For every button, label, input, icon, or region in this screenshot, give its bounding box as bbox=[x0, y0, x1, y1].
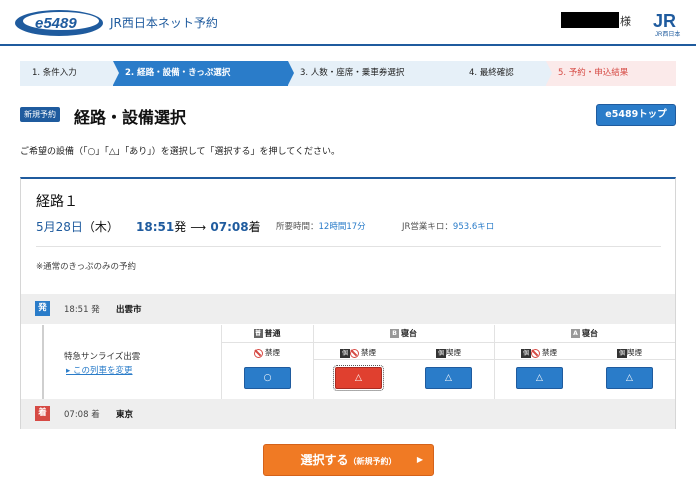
departure-row: 発 18:51 発 出雲市 bbox=[21, 294, 675, 324]
dep-suffix: 発 bbox=[174, 220, 187, 234]
sub-head-normal-nonsmoking: 禁煙 bbox=[221, 347, 313, 358]
step-arrow bbox=[288, 61, 294, 85]
user-honorific: 様 bbox=[620, 15, 631, 28]
brand-title: JR西日本ネット予約 bbox=[110, 16, 218, 30]
category-a-sleeper: A 寝台 bbox=[494, 328, 675, 339]
private-room-icon: 個 bbox=[521, 348, 531, 358]
arrow-right-icon: ⟶ bbox=[190, 221, 207, 234]
jr-west-logo: JR JR西日本 bbox=[653, 11, 680, 38]
step-2-current: 2. 経路・設備・きっぷ選択 bbox=[113, 61, 294, 86]
user-name-redacted bbox=[561, 12, 619, 28]
sub-label: 禁煙 bbox=[265, 348, 280, 357]
new-reservation-badge: 新規予約 bbox=[20, 107, 60, 122]
route-times: 18:51発 ⟶ 07:08着 bbox=[136, 218, 261, 235]
step-arrow bbox=[546, 61, 552, 85]
route-date: 5月28日（木） bbox=[36, 218, 119, 235]
select-sub-label: （新規予約） bbox=[348, 457, 397, 466]
operating-km: JR営業キロ：953.6キロ bbox=[402, 220, 494, 232]
divider bbox=[36, 246, 661, 247]
departure-station: 出雲市 bbox=[116, 305, 142, 315]
private-room-icon: 個 bbox=[617, 348, 627, 358]
train-name: 特急サンライズ出雲 bbox=[64, 352, 141, 362]
departure-badge: 発 bbox=[35, 301, 50, 316]
dep-time: 18:51 bbox=[136, 220, 175, 234]
arrival-row: 着 07:08 着 東京 bbox=[21, 399, 675, 429]
facility-option-b-smoking[interactable]: △ bbox=[425, 367, 472, 389]
step-label: 1. 条件入力 bbox=[32, 68, 77, 78]
instructions: ご希望の設備（「○」「△」「あり」）を選択して「選択する」を押してください。 bbox=[20, 147, 340, 157]
step-label: 3. 人数・座席・乗車券選択 bbox=[300, 68, 405, 78]
ticket-note: ※通常のきっぷのみの予約 bbox=[36, 262, 137, 272]
jr-logo-text: JR bbox=[653, 11, 676, 31]
category-b-sleeper: B 寝台 bbox=[313, 328, 494, 339]
step-arrow bbox=[457, 61, 463, 85]
facility-option-a-nonsmoking[interactable]: △ bbox=[516, 367, 563, 389]
facility-option-normal[interactable]: ○ bbox=[244, 367, 291, 389]
jr-logo-sub: JR西日本 bbox=[655, 30, 680, 38]
category-normal: 普普通 bbox=[221, 328, 313, 339]
arrival-time: 07:08 着 bbox=[64, 410, 100, 420]
train-row: 特急サンライズ出雲 ▸ この列車を変更 普普通 B 寝台 A 寝台 禁煙 個 禁… bbox=[21, 325, 675, 399]
no-smoking-icon bbox=[254, 348, 263, 358]
category-label: 寝台 bbox=[582, 329, 598, 338]
e5489-top-button[interactable]: e5489トップ bbox=[596, 104, 676, 126]
sub-head-b-nonsmoking: 個 禁煙 bbox=[313, 347, 403, 358]
duration-label: 所要時間： bbox=[276, 222, 319, 232]
facility-option-b-nonsmoking[interactable]: △ bbox=[333, 365, 384, 391]
page-title: 経路・設備選択 bbox=[74, 108, 187, 127]
change-train-link[interactable]: ▸ この列車を変更 bbox=[66, 364, 132, 376]
no-smoking-icon bbox=[531, 348, 540, 358]
facility-grid: 普普通 B 寝台 A 寝台 禁煙 個禁煙 個喫煙 個禁煙 個喫煙 ○ △ △ △… bbox=[221, 325, 675, 399]
e5489-logo[interactable]: e5489 bbox=[13, 8, 105, 38]
step-1: 1. 条件入力 bbox=[20, 61, 119, 86]
select-label: 選択する bbox=[300, 453, 349, 467]
sub-head-b-smoking: 個喫煙 bbox=[403, 347, 494, 358]
category-label: 普通 bbox=[264, 329, 281, 338]
departure-time: 18:51 発 bbox=[64, 305, 100, 315]
route-title: 経路１ bbox=[36, 194, 78, 210]
sub-head-a-nonsmoking: 個 禁煙 bbox=[494, 347, 584, 358]
sub-label: 喫煙 bbox=[446, 348, 461, 357]
duration: 所要時間：12時間17分 bbox=[276, 220, 366, 232]
step-4: 4. 最終確認 bbox=[457, 61, 552, 86]
b-sleeper-icon: B bbox=[390, 329, 399, 338]
sub-label: 禁煙 bbox=[542, 348, 557, 357]
step-label: 5. 予約・申込結果 bbox=[558, 68, 629, 78]
arrival-badge: 着 bbox=[35, 406, 50, 421]
logo-text: e5489 bbox=[35, 15, 77, 32]
route-card: 経路１ 5月28日（木） 18:51発 ⟶ 07:08着 所要時間：12時間17… bbox=[20, 177, 676, 429]
normal-seat-icon: 普 bbox=[253, 329, 263, 338]
sub-label: 喫煙 bbox=[627, 348, 642, 357]
select-button[interactable]: 選択する（新規予約） ▶ bbox=[263, 444, 434, 476]
grid-row-line bbox=[313, 359, 675, 360]
site-header: e5489 JR西日本ネット予約 様 JR JR西日本 bbox=[0, 0, 696, 46]
arr-suffix: 着 bbox=[248, 220, 261, 234]
sub-label: 禁煙 bbox=[361, 348, 376, 357]
facility-option-a-smoking[interactable]: △ bbox=[606, 367, 653, 389]
date-weekday: （木） bbox=[82, 220, 119, 234]
duration-value: 12時間17分 bbox=[318, 222, 366, 232]
a-sleeper-icon: A bbox=[571, 329, 580, 338]
progress-steps: 1. 条件入力 2. 経路・設備・きっぷ選択 3. 人数・座席・乗車券選択 4.… bbox=[20, 61, 676, 86]
arr-time: 07:08 bbox=[210, 220, 249, 234]
arrival-station: 東京 bbox=[116, 410, 134, 420]
category-label: 寝台 bbox=[401, 329, 417, 338]
grid-row-line bbox=[221, 342, 675, 343]
date-main: 5月28日 bbox=[36, 220, 83, 234]
step-arrow bbox=[113, 61, 119, 85]
step-3: 3. 人数・座席・乗車券選択 bbox=[288, 61, 463, 86]
private-room-icon: 個 bbox=[340, 348, 350, 358]
step-5: 5. 予約・申込結果 bbox=[546, 61, 676, 86]
private-room-icon: 個 bbox=[436, 348, 446, 358]
step-label: 2. 経路・設備・きっぷ選択 bbox=[125, 68, 231, 78]
sub-head-a-smoking: 個喫煙 bbox=[584, 347, 675, 358]
step-label: 4. 最終確認 bbox=[469, 68, 514, 78]
route-line bbox=[42, 325, 44, 399]
chevron-right-icon: ▶ bbox=[416, 455, 423, 464]
km-value: 953.6キロ bbox=[452, 222, 495, 232]
km-label: JR営業キロ： bbox=[402, 222, 453, 232]
no-smoking-icon bbox=[350, 348, 359, 358]
